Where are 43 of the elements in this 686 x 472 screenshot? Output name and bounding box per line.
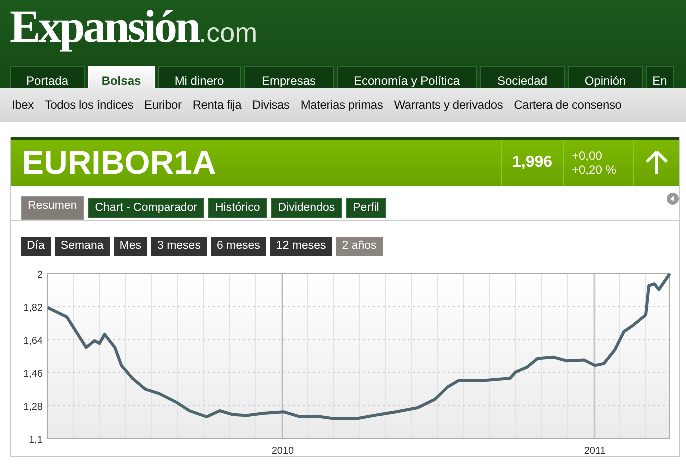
- nav-tab[interactable]: Portada: [10, 66, 85, 88]
- y-tick-label: 2: [37, 270, 43, 281]
- y-tick-label: 1,64: [24, 336, 43, 347]
- nav-tab[interactable]: Empresas: [244, 66, 334, 88]
- scroll-left-icon[interactable]: [667, 193, 679, 205]
- price: 1,996: [512, 153, 553, 173]
- period-button[interactable]: Mes: [114, 237, 148, 256]
- nav-tab[interactable]: Sociedad: [480, 66, 565, 88]
- period-button[interactable]: 6 meses: [210, 237, 266, 256]
- x-tick-label: 2011: [584, 446, 606, 457]
- period-button[interactable]: 2 años: [336, 237, 383, 256]
- section-tab[interactable]: Perfil: [346, 198, 386, 218]
- site-logo[interactable]: Expansión.com: [10, 4, 686, 56]
- nav-tab[interactable]: Bolsas: [88, 66, 155, 88]
- x-tick-label: 2010: [272, 446, 294, 457]
- instrument-symbol: EURIBOR1A: [21, 143, 218, 183]
- sub-nav-link[interactable]: Euribor: [144, 96, 182, 114]
- nav-tab[interactable]: Opinión: [568, 66, 643, 88]
- change-percent: +0,20 %: [572, 163, 618, 177]
- y-tick-label: 1,1: [29, 435, 43, 446]
- period-button[interactable]: Día: [21, 237, 51, 256]
- section-tab[interactable]: Resumen: [21, 196, 84, 220]
- up-arrow-icon: [644, 150, 668, 176]
- nav-tab[interactable]: En: [646, 66, 674, 88]
- sub-nav-link[interactable]: Ibex: [12, 96, 34, 114]
- y-tick-label: 1,46: [24, 369, 43, 380]
- sub-nav-link[interactable]: Cartera de consenso: [514, 96, 622, 114]
- sub-nav-link[interactable]: Renta fija: [192, 96, 242, 114]
- sub-nav-link[interactable]: Materias primas: [300, 96, 384, 114]
- period-button[interactable]: 12 meses: [270, 237, 332, 256]
- sub-nav-link[interactable]: Warrants y derivados: [394, 96, 504, 114]
- change-value: +0,00: [572, 149, 604, 163]
- nav-tab[interactable]: Economía y Política: [337, 66, 477, 88]
- section-tab[interactable]: Dividendos: [271, 198, 342, 218]
- nav-tab[interactable]: Mi dinero: [158, 66, 241, 88]
- period-button[interactable]: 3 meses: [151, 237, 207, 256]
- period-button[interactable]: Semana: [54, 237, 110, 256]
- sub-nav-link[interactable]: Todos los índices: [44, 96, 134, 114]
- section-tab[interactable]: Histórico: [208, 198, 268, 218]
- sub-nav-link[interactable]: Divisas: [252, 96, 290, 114]
- y-tick-label: 1,82: [24, 303, 43, 314]
- y-tick-label: 1,28: [24, 402, 43, 413]
- section-tab[interactable]: Chart - Comparador: [88, 198, 204, 218]
